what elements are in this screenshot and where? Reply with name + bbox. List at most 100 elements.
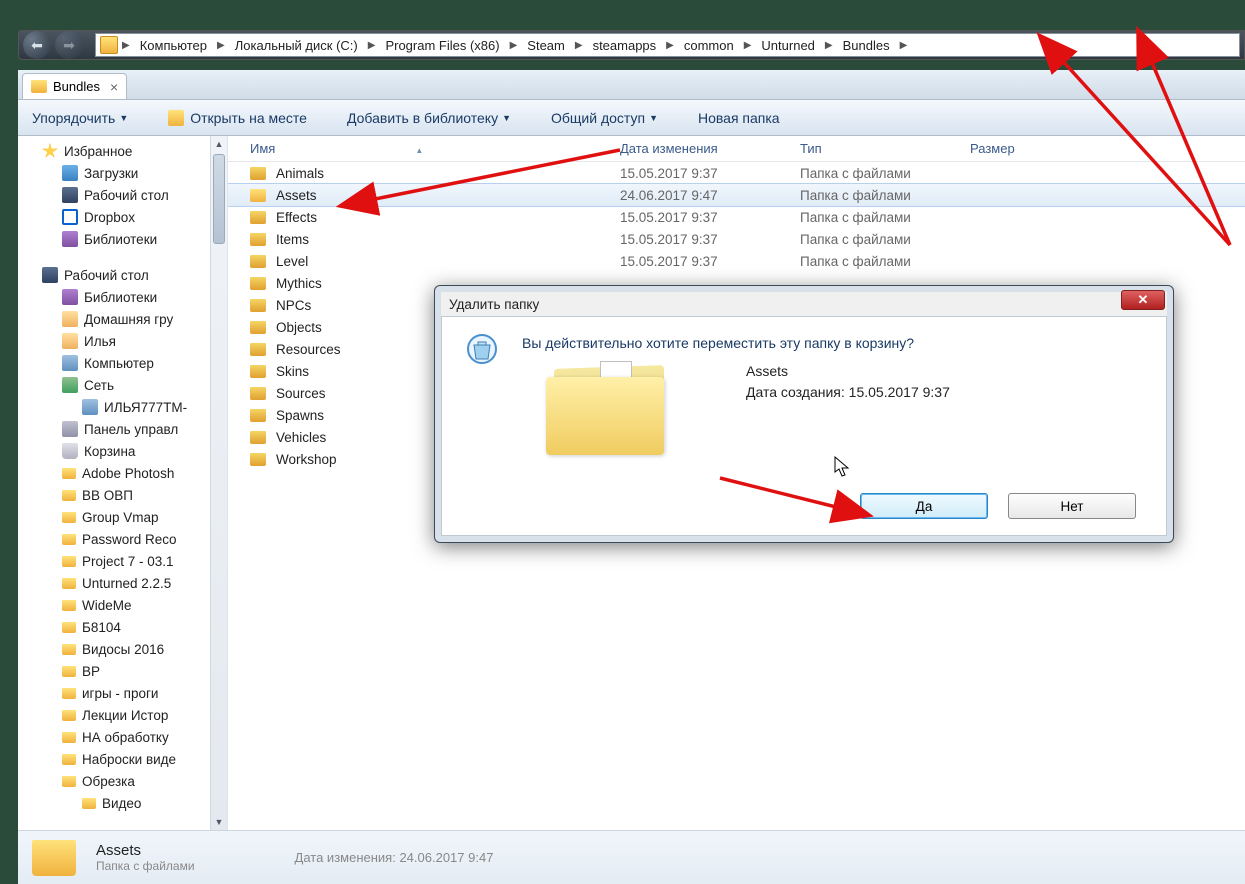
- file-row[interactable]: Level15.05.2017 9:37Папка с файлами: [228, 250, 1245, 272]
- sidebar-item[interactable]: Домашняя гру: [18, 308, 227, 330]
- sidebar-item-computer[interactable]: Компьютер: [18, 352, 227, 374]
- scroll-thumb[interactable]: [213, 154, 225, 244]
- no-button[interactable]: Нет: [1008, 493, 1136, 519]
- dropbox-icon: [62, 209, 78, 225]
- breadcrumb-item[interactable]: Program Files (x86): [379, 38, 505, 53]
- breadcrumb-item[interactable]: common: [678, 38, 740, 53]
- open-button[interactable]: Открыть на месте: [168, 110, 307, 126]
- file-name: Resources: [276, 342, 341, 357]
- chevron-down-icon: ▼: [502, 113, 511, 123]
- breadcrumb-item[interactable]: Bundles: [837, 38, 896, 53]
- sidebar-item[interactable]: НА обработку: [18, 726, 227, 748]
- sidebar-item[interactable]: Илья: [18, 330, 227, 352]
- file-row[interactable]: Assets24.06.2017 9:47Папка с файлами: [228, 184, 1245, 206]
- sidebar-item[interactable]: Наброски виде: [18, 748, 227, 770]
- folder-icon: [250, 343, 266, 356]
- sidebar-item[interactable]: Библиотеки: [18, 286, 227, 308]
- folder-open-icon: [168, 110, 184, 126]
- sidebar-favorites[interactable]: Избранное: [18, 140, 227, 162]
- sidebar-item-trash[interactable]: Корзина: [18, 440, 227, 462]
- file-type: Папка с файлами: [800, 210, 970, 225]
- breadcrumb-item[interactable]: Unturned: [755, 38, 820, 53]
- file-type: Папка с файлами: [800, 254, 970, 269]
- folder-icon: [250, 365, 266, 378]
- share-button[interactable]: Общий доступ▼: [551, 110, 658, 126]
- sidebar-item[interactable]: ИЛЬЯ777TM-: [18, 396, 227, 418]
- folder-icon: [250, 431, 266, 444]
- folder-icon: [100, 36, 118, 54]
- dialog-close-button[interactable]: ✕: [1121, 290, 1165, 310]
- folder-icon: [250, 299, 266, 312]
- file-row[interactable]: Effects15.05.2017 9:37Папка с файлами: [228, 206, 1245, 228]
- sidebar-item[interactable]: WideMe: [18, 594, 227, 616]
- folder-icon: [62, 578, 76, 589]
- sidebar-item[interactable]: Adobe Photosh: [18, 462, 227, 484]
- folder-icon: [62, 534, 76, 545]
- sidebar-item-dropbox[interactable]: Dropbox: [18, 206, 227, 228]
- sidebar-item[interactable]: игры - проги: [18, 682, 227, 704]
- add-library-button[interactable]: Добавить в библиотеку▼: [347, 110, 511, 126]
- sidebar-item[interactable]: Лекции Истор: [18, 704, 227, 726]
- close-icon[interactable]: ×: [110, 79, 118, 95]
- folder-icon: [250, 189, 266, 202]
- sidebar[interactable]: Избранное Загрузки Рабочий стол Dropbox …: [18, 136, 228, 830]
- details-type: Папка с файлами: [96, 859, 195, 873]
- file-name: Vehicles: [276, 430, 326, 445]
- sidebar-item[interactable]: Обрезка: [18, 770, 227, 792]
- sidebar-item[interactable]: Password Reco: [18, 528, 227, 550]
- file-date: 15.05.2017 9:37: [620, 210, 800, 225]
- scroll-up-icon[interactable]: ▲: [211, 136, 227, 152]
- breadcrumb-item[interactable]: Steam: [521, 38, 571, 53]
- folder-icon: [62, 688, 76, 699]
- sidebar-item-downloads[interactable]: Загрузки: [18, 162, 227, 184]
- breadcrumb-item[interactable]: steamapps: [587, 38, 663, 53]
- star-icon: [42, 143, 58, 159]
- file-name: Sources: [276, 386, 326, 401]
- sidebar-item[interactable]: Б8104: [18, 616, 227, 638]
- col-name: Имя▲: [250, 141, 620, 156]
- folder-icon: [250, 453, 266, 466]
- nav-forward-button[interactable]: ➡: [55, 31, 83, 59]
- breadcrumb[interactable]: ▶ Компьютер ▶ Локальный диск (C:) ▶ Prog…: [95, 33, 1240, 57]
- details-pane: Assets Папка с файлами Дата изменения: 2…: [18, 830, 1245, 884]
- folder-icon: [250, 321, 266, 334]
- sidebar-item-desktop[interactable]: Рабочий стол: [18, 184, 227, 206]
- desktop-icon: [42, 267, 58, 283]
- computer-icon: [62, 355, 78, 371]
- sidebar-item[interactable]: Project 7 - 03.1: [18, 550, 227, 572]
- tab-bundles[interactable]: Bundles ×: [22, 73, 127, 99]
- organize-button[interactable]: Упорядочить▼: [32, 110, 128, 126]
- folder-icon: [250, 211, 266, 224]
- scrollbar[interactable]: ▲ ▼: [210, 136, 227, 830]
- file-name: Assets: [276, 188, 317, 203]
- file-row[interactable]: Items15.05.2017 9:37Папка с файлами: [228, 228, 1245, 250]
- sidebar-item[interactable]: Видео: [18, 792, 227, 814]
- sidebar-desktop-root[interactable]: Рабочий стол: [18, 264, 227, 286]
- file-name: Objects: [276, 320, 322, 335]
- folder-icon: [250, 409, 266, 422]
- sidebar-item-libraries[interactable]: Библиотеки: [18, 228, 227, 250]
- folder-icon: [82, 798, 96, 809]
- sidebar-item[interactable]: Unturned 2.2.5: [18, 572, 227, 594]
- sidebar-item-control-panel[interactable]: Панель управл: [18, 418, 227, 440]
- breadcrumb-item[interactable]: Локальный диск (C:): [229, 38, 364, 53]
- sidebar-item[interactable]: BP: [18, 660, 227, 682]
- folder-icon: [62, 644, 76, 655]
- file-name: Mythics: [276, 276, 322, 291]
- sidebar-item[interactable]: Group Vmap: [18, 506, 227, 528]
- file-type: Папка с файлами: [800, 166, 970, 181]
- breadcrumb-item[interactable]: Компьютер: [134, 38, 213, 53]
- new-folder-button[interactable]: Новая папка: [698, 110, 780, 126]
- file-row[interactable]: Animals15.05.2017 9:37Папка с файлами: [228, 162, 1245, 184]
- file-date: 15.05.2017 9:37: [620, 232, 800, 247]
- trash-icon: [62, 443, 78, 459]
- sidebar-item-network[interactable]: Сеть: [18, 374, 227, 396]
- sidebar-item[interactable]: Видосы 2016: [18, 638, 227, 660]
- yes-button[interactable]: Да: [860, 493, 988, 519]
- nav-back-button[interactable]: ⬅: [23, 31, 51, 59]
- details-meta: Дата изменения: 24.06.2017 9:47: [295, 850, 494, 865]
- file-type: Папка с файлами: [800, 232, 970, 247]
- sidebar-item[interactable]: BB ОВП: [18, 484, 227, 506]
- column-headers[interactable]: Имя▲ Дата изменения Тип Размер: [228, 136, 1245, 162]
- scroll-down-icon[interactable]: ▼: [211, 814, 227, 830]
